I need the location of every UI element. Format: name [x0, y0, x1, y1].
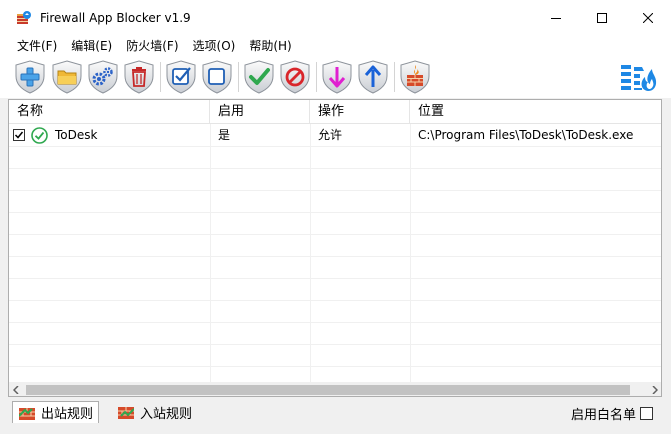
grid-line	[9, 300, 661, 301]
toolbar-separator	[394, 62, 395, 92]
close-icon	[643, 13, 653, 23]
grid-line	[410, 124, 411, 384]
maximize-icon	[597, 13, 607, 23]
cell-enabled: 是	[218, 128, 231, 142]
title-bar: Firewall App Blocker v1.9	[0, 0, 671, 36]
app-logo-icon	[16, 10, 32, 26]
grid-line	[9, 212, 661, 213]
scroll-left-button[interactable]	[9, 383, 23, 396]
move-up-button[interactable]	[357, 60, 389, 94]
menu-bar: 文件(F) 编辑(E) 防火墙(F) 选项(O) 帮助(H)	[0, 36, 671, 56]
move-down-button[interactable]	[321, 60, 353, 94]
table-header: 名称 启用 操作 位置	[9, 100, 661, 124]
delete-button[interactable]	[123, 60, 155, 94]
window-title: Firewall App Blocker v1.9	[40, 11, 191, 25]
horizontal-scrollbar[interactable]	[9, 382, 661, 396]
uncheck-all-icon	[202, 60, 232, 94]
menu-options[interactable]: 选项(O)	[186, 36, 243, 56]
tab-inbound-label: 入站规则	[140, 406, 193, 422]
allow-status-icon	[31, 127, 48, 144]
grid-line	[310, 124, 311, 384]
settings-button[interactable]	[87, 60, 119, 94]
toolbar-separator	[238, 62, 239, 92]
toolbar-separator	[160, 62, 161, 92]
firewall-menu-icon	[621, 65, 657, 91]
grid-line	[9, 234, 661, 235]
tab-outbound-rules[interactable]: 出站规则	[12, 401, 100, 423]
grid-line	[9, 366, 661, 367]
menu-file[interactable]: 文件(F)	[10, 36, 64, 56]
close-button[interactable]	[625, 0, 671, 36]
window-controls	[533, 0, 671, 36]
open-folder-button[interactable]	[51, 60, 83, 94]
tab-outbound-label: 出站规则	[41, 407, 94, 422]
column-header-name[interactable]: 名称	[9, 100, 210, 124]
scroll-right-button[interactable]	[647, 383, 661, 396]
grid-line	[9, 146, 661, 147]
app-window: Firewall App Blocker v1.9 文件(F) 编辑(E) 防火…	[0, 0, 671, 434]
grid-line	[210, 124, 211, 384]
cell-location: C:\Program Files\ToDesk\ToDesk.exe	[418, 128, 634, 142]
checkmark-icon	[14, 131, 24, 139]
grid-line	[9, 278, 661, 279]
rules-table[interactable]: 名称 启用 操作 位置 ToDesk 是 允许 C:\Program Files…	[8, 99, 662, 397]
grid-line	[9, 168, 661, 169]
bottom-bar: 出站规则 入站规则 启用白名单	[0, 397, 671, 434]
column-header-location[interactable]: 位置	[410, 100, 661, 124]
uncheck-all-button[interactable]	[201, 60, 233, 94]
check-all-icon	[166, 60, 196, 94]
toolbar-separator	[316, 62, 317, 92]
minimize-icon	[551, 18, 561, 19]
grid-line	[9, 256, 661, 257]
scrollbar-thumb[interactable]	[26, 385, 630, 395]
menu-help[interactable]: 帮助(H)	[242, 36, 298, 56]
chevron-right-icon	[651, 386, 658, 394]
allow-icon	[244, 60, 274, 94]
table-row[interactable]: ToDesk 是 允许 C:\Program Files\ToDesk\ToDe…	[9, 124, 661, 146]
grid-line	[9, 322, 661, 323]
check-all-button[interactable]	[165, 60, 197, 94]
chevron-left-icon	[12, 386, 19, 394]
column-header-action[interactable]: 操作	[310, 100, 410, 124]
row-checkbox[interactable]	[13, 129, 25, 141]
inbound-rules-icon	[118, 405, 135, 419]
open-folder-icon	[52, 60, 82, 94]
outbound-rules-icon	[18, 406, 35, 420]
allow-button[interactable]	[243, 60, 275, 94]
settings-gears-icon	[88, 60, 118, 94]
toolbar	[0, 56, 671, 98]
whitelist-label: 启用白名单	[570, 408, 636, 423]
delete-icon	[124, 60, 154, 94]
cell-name: ToDesk	[55, 128, 98, 142]
add-button[interactable]	[14, 60, 46, 94]
move-down-icon	[322, 60, 352, 94]
grid-line	[9, 190, 661, 191]
whitelist-toggle[interactable]: 启用白名单	[571, 404, 653, 423]
firewall-button[interactable]	[399, 60, 431, 94]
whitelist-checkbox[interactable]	[640, 407, 653, 420]
move-up-icon	[358, 60, 388, 94]
grid-line	[9, 344, 661, 345]
block-button[interactable]	[279, 60, 311, 94]
menu-edit[interactable]: 编辑(E)	[64, 36, 119, 56]
add-icon	[15, 60, 45, 94]
minimize-button[interactable]	[533, 0, 579, 36]
cell-action: 允许	[318, 128, 343, 142]
column-header-enabled[interactable]: 启用	[210, 100, 310, 124]
block-icon	[280, 60, 310, 94]
maximize-button[interactable]	[579, 0, 625, 36]
firewall-icon	[400, 60, 430, 94]
firewall-menu-button[interactable]	[620, 61, 658, 95]
tab-inbound-rules[interactable]: 入站规则	[112, 401, 197, 423]
menu-firewall[interactable]: 防火墙(F)	[119, 36, 185, 56]
